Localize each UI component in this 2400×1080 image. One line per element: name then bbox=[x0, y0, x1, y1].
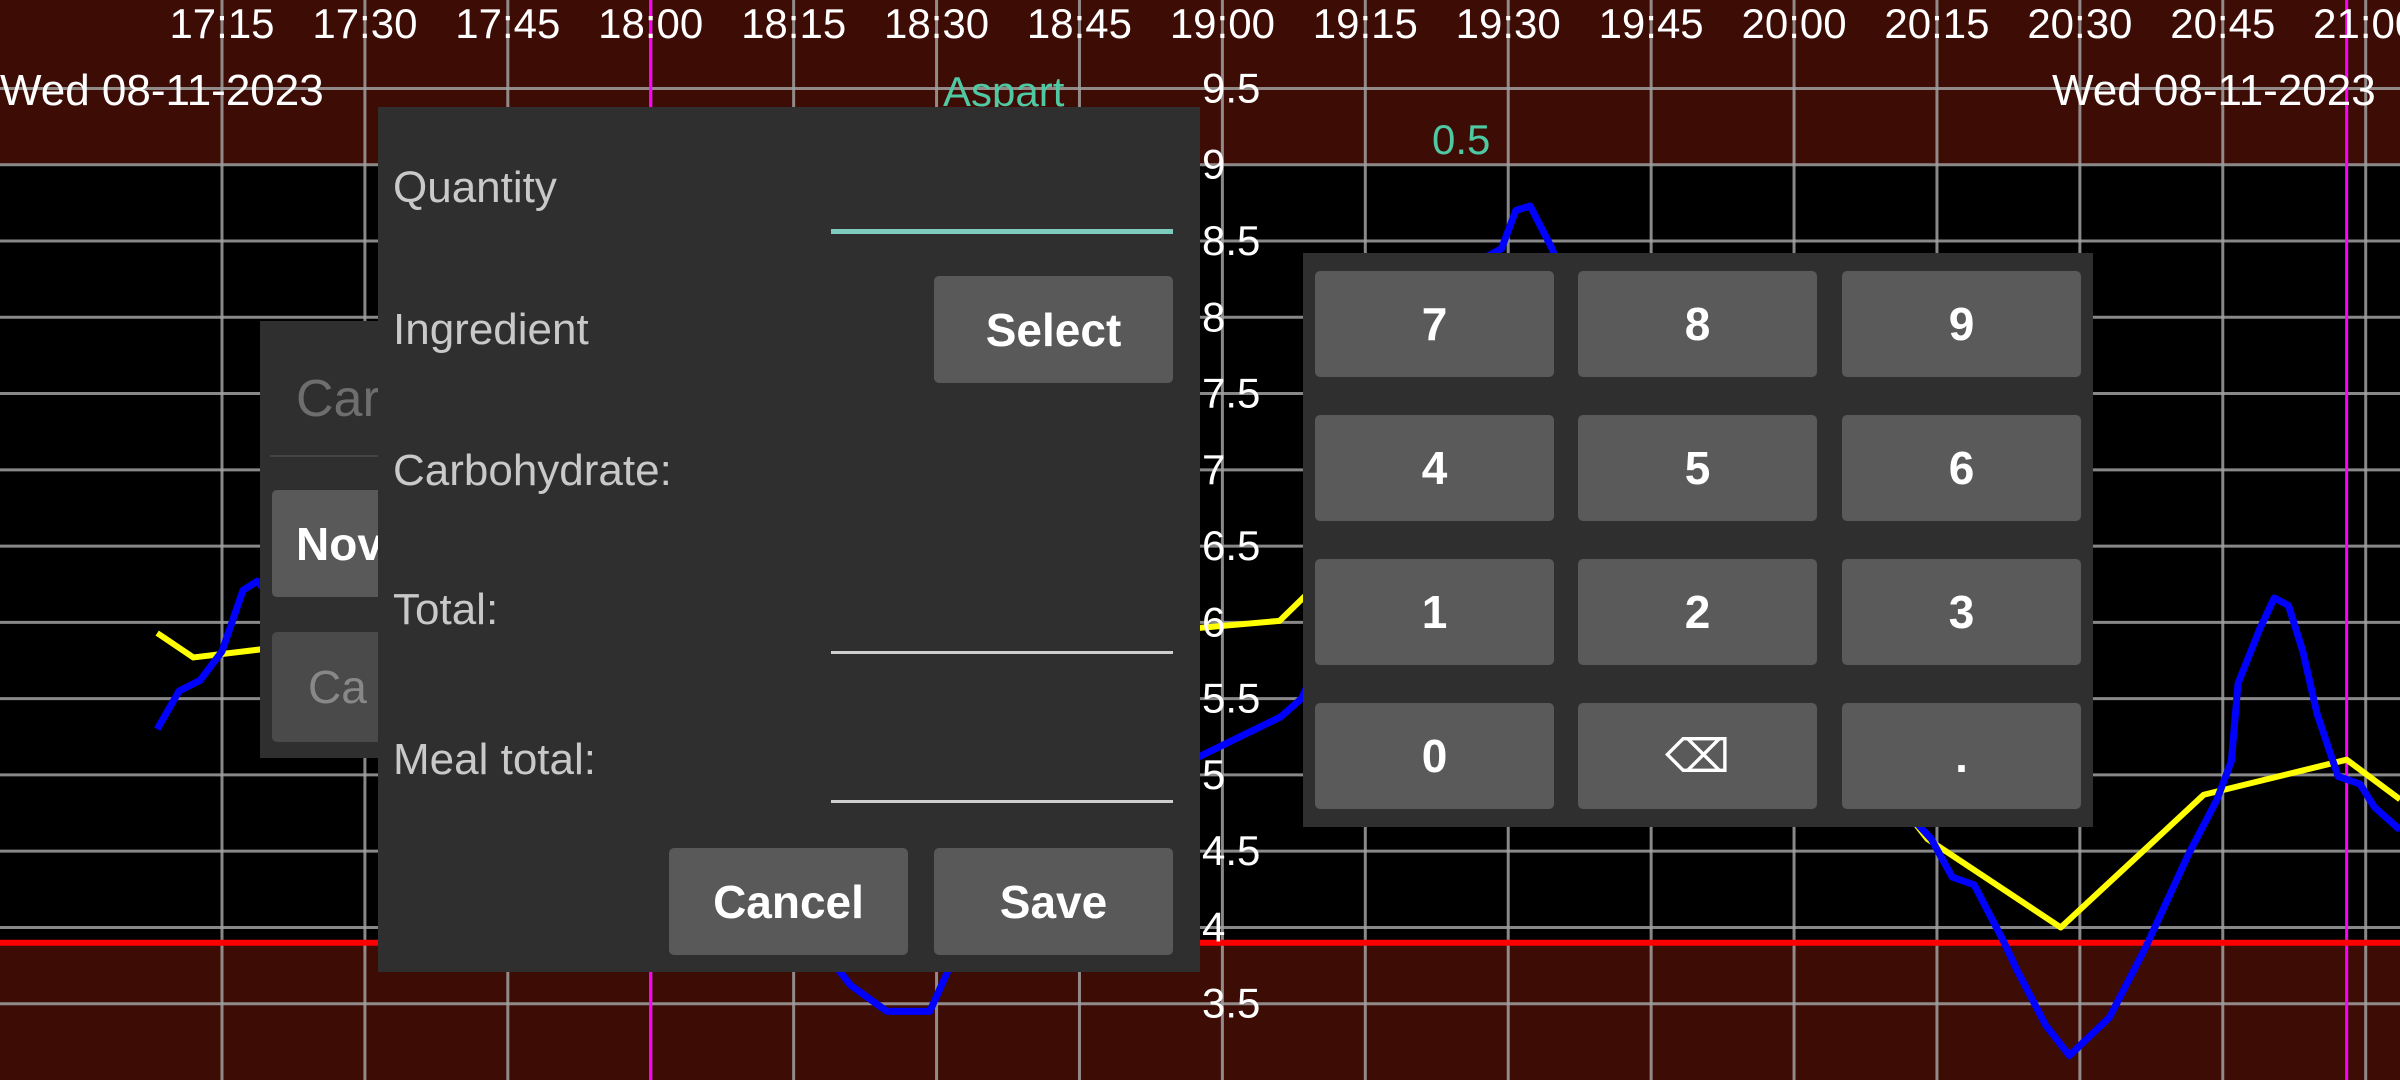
x-tick-label: 19:15 bbox=[1313, 0, 1418, 47]
x-tick-label: 18:15 bbox=[741, 0, 846, 47]
ingredient-label: Ingredient bbox=[393, 305, 589, 354]
x-tick-label: 19:45 bbox=[1599, 0, 1704, 47]
x-tick-label: 20:00 bbox=[1741, 0, 1846, 47]
add-ingredient-dialog: Quantity Ingredient Select Carbohydrate:… bbox=[378, 107, 1200, 972]
x-tick-label: 17:15 bbox=[169, 0, 274, 47]
backspace-icon[interactable]: ⌫ bbox=[1578, 703, 1817, 809]
y-tick-label: 9.5 bbox=[1202, 64, 1260, 111]
key-6[interactable]: 6 bbox=[1842, 415, 2081, 521]
quantity-input-underline bbox=[831, 229, 1173, 234]
quantity-input[interactable] bbox=[831, 157, 1173, 229]
y-tick-label: 8 bbox=[1202, 293, 1225, 340]
x-tick-label: 17:45 bbox=[455, 0, 560, 47]
total-label: Total: bbox=[393, 585, 499, 634]
carb-input-placeholder[interactable]: Car bbox=[296, 369, 380, 429]
total-input-underline bbox=[831, 651, 1173, 654]
y-tick-label: 9 bbox=[1202, 141, 1225, 188]
x-tick-label: 19:30 bbox=[1456, 0, 1561, 47]
key-decimal[interactable]: . bbox=[1842, 703, 2081, 809]
y-tick-label: 4 bbox=[1202, 903, 1225, 950]
carb-input-underline bbox=[270, 455, 390, 457]
y-tick-label: 6.5 bbox=[1202, 522, 1260, 569]
carbohydrate-label: Carbohydrate: bbox=[393, 446, 672, 495]
x-tick-label: 18:45 bbox=[1027, 0, 1132, 47]
x-tick-label: 20:15 bbox=[1884, 0, 1989, 47]
x-tick-label: 18:00 bbox=[598, 0, 703, 47]
y-tick-label: 6 bbox=[1202, 598, 1225, 645]
y-tick-label: 3.5 bbox=[1202, 980, 1260, 1027]
x-tick-label: 17:30 bbox=[312, 0, 417, 47]
key-4[interactable]: 4 bbox=[1315, 415, 1554, 521]
x-tick-label: 20:30 bbox=[2027, 0, 2132, 47]
y-tick-label: 5 bbox=[1202, 751, 1225, 798]
save-button[interactable]: Save bbox=[934, 848, 1173, 955]
quantity-label: Quantity bbox=[393, 163, 557, 212]
x-tick-label: 19:00 bbox=[1170, 0, 1275, 47]
x-tick-label: 20:45 bbox=[2170, 0, 2275, 47]
y-tick-label: 7.5 bbox=[1202, 370, 1260, 417]
select-ingredient-button[interactable]: Select bbox=[934, 276, 1173, 383]
key-0[interactable]: 0 bbox=[1315, 703, 1554, 809]
key-3[interactable]: 3 bbox=[1842, 559, 2081, 665]
total-input[interactable] bbox=[831, 582, 1173, 650]
key-2[interactable]: 2 bbox=[1578, 559, 1817, 665]
key-9[interactable]: 9 bbox=[1842, 271, 2081, 377]
insulin-dose-label: 0.5 bbox=[1432, 116, 1491, 163]
date-label-left: Wed 08-11-2023 bbox=[0, 66, 324, 115]
meal-total-input[interactable] bbox=[831, 732, 1173, 800]
y-tick-label: 7 bbox=[1202, 446, 1225, 493]
y-tick-label: 4.5 bbox=[1202, 827, 1260, 874]
date-label-right: Wed 08-11-2023 bbox=[2052, 66, 2376, 115]
meal-total-input-underline bbox=[831, 800, 1173, 803]
key-8[interactable]: 8 bbox=[1578, 271, 1817, 377]
key-1[interactable]: 1 bbox=[1315, 559, 1554, 665]
x-tick-label: 21:00 bbox=[2313, 0, 2400, 47]
numeric-keypad: 7 8 9 4 5 6 1 2 3 0 ⌫ . bbox=[1303, 253, 2093, 827]
key-5[interactable]: 5 bbox=[1578, 415, 1817, 521]
cancel-button[interactable]: Cancel bbox=[669, 848, 908, 955]
key-7[interactable]: 7 bbox=[1315, 271, 1554, 377]
y-tick-label: 5.5 bbox=[1202, 675, 1260, 722]
background-dialog: Car Nov Ca bbox=[260, 321, 412, 758]
y-tick-label: 8.5 bbox=[1202, 217, 1260, 264]
x-tick-label: 18:30 bbox=[884, 0, 989, 47]
meal-total-label: Meal total: bbox=[393, 735, 596, 784]
